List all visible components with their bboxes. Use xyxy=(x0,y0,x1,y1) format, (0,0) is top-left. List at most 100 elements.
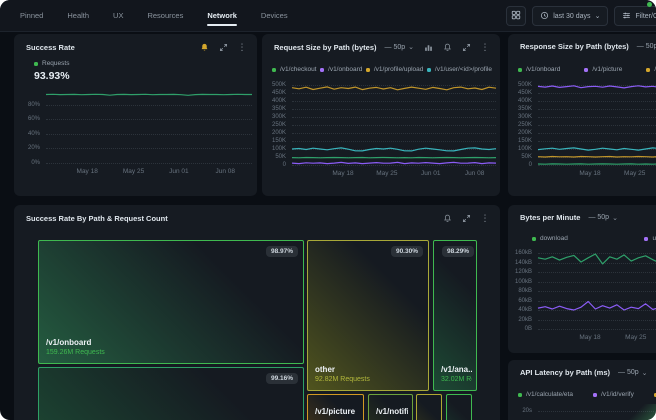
tab-network[interactable]: Network xyxy=(207,0,237,31)
legend-dot xyxy=(593,393,597,397)
layout-grid-button[interactable] xyxy=(506,6,526,26)
sliders-icon xyxy=(622,11,631,22)
grid-icon xyxy=(511,10,521,22)
legend-dot xyxy=(646,68,650,72)
tab-resources[interactable]: Resources xyxy=(147,0,183,31)
panel-title: API Latency by Path (ms) xyxy=(520,368,610,377)
legend-item[interactable]: /v1/id/verify xyxy=(593,391,634,398)
api-latency-chart[interactable]: 20s xyxy=(510,404,656,420)
legend-item[interactable]: /v1/onboard xyxy=(518,66,560,73)
legend-item[interactable]: download xyxy=(532,235,568,242)
success-rate-badge: 98.97% xyxy=(266,246,298,257)
bytes-legend: download upload xyxy=(532,235,656,242)
kebab-menu-icon[interactable]: ⋮ xyxy=(480,213,490,223)
legend-dot xyxy=(644,237,648,241)
bell-icon[interactable] xyxy=(442,42,452,52)
legend-dot xyxy=(272,68,276,72)
nav-actions: last 30 days ⌄ Filter/C xyxy=(506,6,656,26)
time-range-button[interactable]: last 30 days ⌄ xyxy=(532,6,608,26)
top-nav: Pinned Health UX Resources Network Devic… xyxy=(0,0,656,32)
panel-title: Bytes per Minute xyxy=(520,213,580,222)
panel-success-by-path: Success Rate By Path & Request Count ⋮ 9… xyxy=(14,205,500,420)
percentile-select[interactable]: — 50p⌄ xyxy=(618,369,648,377)
legend-item[interactable]: upload xyxy=(644,235,656,242)
filter-label: Filter/C xyxy=(635,13,656,20)
kebab-menu-icon[interactable]: ⋮ xyxy=(237,42,247,52)
legend-dot xyxy=(584,68,588,72)
chevron-down-icon: ⌄ xyxy=(408,43,414,51)
legend-item[interactable]: /v1/user/<id>/profile xyxy=(427,66,492,73)
legend-dot xyxy=(320,68,324,72)
legend-dot xyxy=(427,68,431,72)
legend-item[interactable]: Requests xyxy=(34,60,69,67)
legend-dot xyxy=(366,68,370,72)
success-rate-badge: 98.29% xyxy=(442,246,474,257)
panel-api-latency: API Latency by Path (ms) — 50p⌄ /v1/calc… xyxy=(508,360,656,420)
treemap-request-count: 92.82M Requests xyxy=(315,376,424,383)
chart-bars-icon[interactable] xyxy=(423,42,433,52)
treemap-cell[interactable]: /v1/picture xyxy=(307,394,364,420)
nav-tabs: Pinned Health UX Resources Network Devic… xyxy=(20,0,288,31)
treemap-path-label: /v1/ana... xyxy=(441,365,472,374)
expand-icon[interactable] xyxy=(461,42,471,52)
dashboard-screen: Pinned Health UX Resources Network Devic… xyxy=(0,0,656,420)
treemap-path-label: /v1/notifi... xyxy=(376,407,408,416)
legend-item[interactable]: /v1/calculate/eta xyxy=(518,391,573,398)
status-dot xyxy=(647,2,652,7)
expand-icon[interactable] xyxy=(218,42,228,52)
percentile-select[interactable]: — 50p⌄ xyxy=(588,214,618,222)
treemap-cell[interactable]: 99.16% xyxy=(38,367,304,420)
panel-request-size: Request Size by Path (bytes) — 50p⌄ ⋮ /v… xyxy=(262,34,500,196)
legend-item[interactable]: /v1/checkout xyxy=(272,66,317,73)
legend-item[interactable]: /v1/picture xyxy=(584,66,622,73)
chevron-down-icon: ⌄ xyxy=(642,369,648,377)
success-rate-badge: 99.16% xyxy=(266,373,298,384)
success-rate-chart[interactable]: 80%60%40%20%0%May 18May 25Jun 01Jun 08 xyxy=(18,90,252,177)
latency-legend: /v1/calculate/eta /v1/id/verify /v1/onbo xyxy=(518,391,656,398)
legend-dot xyxy=(34,62,38,66)
treemap-cell[interactable]: /v1/notifi... xyxy=(368,394,413,420)
bell-icon[interactable] xyxy=(442,213,452,223)
tab-ux[interactable]: UX xyxy=(113,0,123,31)
tab-health[interactable]: Health xyxy=(67,0,89,31)
legend-item[interactable]: /v1/onboard xyxy=(320,66,362,73)
treemap-cell[interactable] xyxy=(446,394,472,420)
legend-dot xyxy=(518,68,522,72)
panel-title: Success Rate xyxy=(26,43,75,52)
request-size-legend: /v1/checkout /v1/onboard /v1/profile/upl… xyxy=(272,66,492,73)
response-size-chart[interactable]: 500K450K400K350K300K250K200K150K100K50K0… xyxy=(510,85,656,179)
treemap-cell[interactable]: 98.29% /v1/ana... 32.02M Re... xyxy=(433,240,477,391)
legend-item[interactable]: /v1/profi xyxy=(646,66,656,73)
panel-title: Response Size by Path (bytes) xyxy=(520,42,629,51)
panel-success-rate: Success Rate ⋮ Requests 93.93% 80%60%40%… xyxy=(14,34,257,196)
time-range-label: last 30 days xyxy=(553,13,590,20)
tab-pinned[interactable]: Pinned xyxy=(20,0,43,31)
expand-icon[interactable] xyxy=(461,213,471,223)
filter-button[interactable]: Filter/C xyxy=(614,6,656,26)
kebab-menu-icon[interactable]: ⋮ xyxy=(480,42,490,52)
treemap-request-count: 159.26M Requests xyxy=(46,349,299,356)
legend-dot xyxy=(532,237,536,241)
tab-devices[interactable]: Devices xyxy=(261,0,288,31)
percentile-select[interactable]: — 50p⌄ xyxy=(385,43,415,51)
chevron-down-icon: ⌄ xyxy=(612,214,618,222)
treemap-cell[interactable]: 98.97%/v1/onboard159.26M Requests xyxy=(38,240,304,364)
treemap-request-count: 32.02M Re... xyxy=(441,376,472,383)
treemap: 98.97%/v1/onboard159.26M Requests 99.16% 9… xyxy=(38,240,478,420)
panel-title: Request Size by Path (bytes) xyxy=(274,43,377,52)
alert-bell-icon[interactable] xyxy=(199,42,209,52)
chevron-down-icon: ⌄ xyxy=(595,12,601,20)
percentile-select[interactable]: — 50p⌄ xyxy=(637,43,656,51)
request-size-chart[interactable]: 500K450K400K350K300K250K200K150K100K50K0… xyxy=(264,85,496,179)
panel-title: Success Rate By Path & Request Count xyxy=(26,214,168,223)
clock-icon xyxy=(540,11,549,22)
response-size-legend: /v1/onboard /v1/picture /v1/profi xyxy=(518,66,656,73)
treemap-cell[interactable] xyxy=(416,394,442,420)
panel-bytes-per-minute: Bytes per Minute — 50p⌄ download upload … xyxy=(508,205,656,353)
success-rate-legend: Requests xyxy=(34,60,69,67)
treemap-cell[interactable]: 90.30%other92.82M Requests xyxy=(307,240,429,391)
success-rate-badge: 90.30% xyxy=(391,246,423,257)
treemap-path-label: /v1/picture xyxy=(315,407,359,416)
legend-item[interactable]: /v1/profile/upload xyxy=(366,66,424,73)
bytes-per-minute-chart[interactable]: 160kB140kB120kB100kB80kB60kB40kB20kB0BMa… xyxy=(510,253,656,343)
